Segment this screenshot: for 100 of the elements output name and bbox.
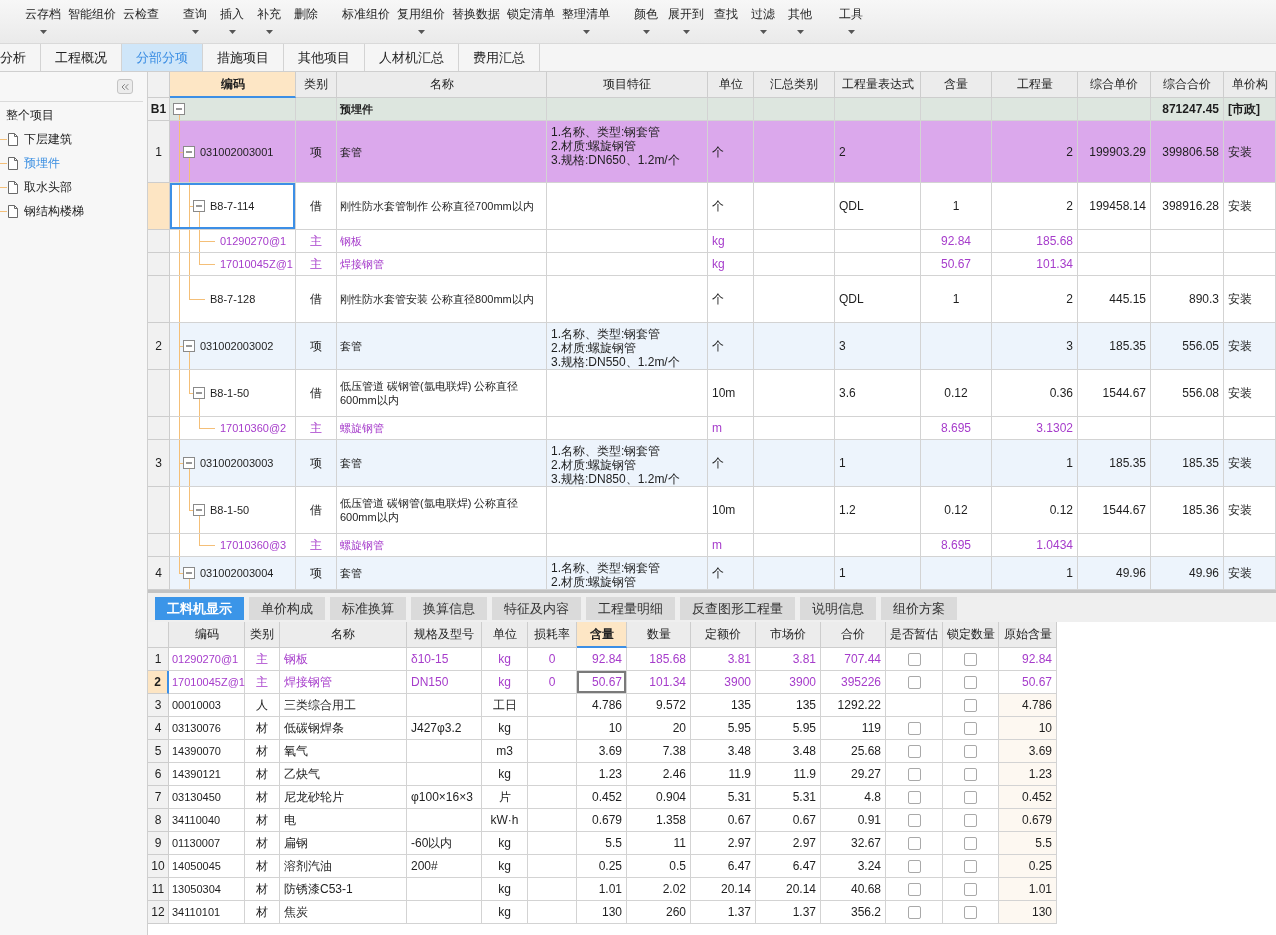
- tab[interactable]: 换算信息: [411, 597, 487, 620]
- column-header[interactable]: 综合合价: [1151, 72, 1224, 98]
- column-header[interactable]: 工程量表达式: [835, 72, 921, 98]
- toolbar-button[interactable]: 过滤: [746, 0, 780, 43]
- checkbox[interactable]: [964, 790, 977, 804]
- checkbox[interactable]: [964, 882, 977, 896]
- column-header[interactable]: 单位: [482, 622, 528, 648]
- checkbox[interactable]: [907, 882, 921, 896]
- collapse-button[interactable]: [117, 79, 133, 94]
- toolbar-button[interactable]: 展开到: [666, 0, 706, 43]
- toolbar-button[interactable]: 云检查: [121, 0, 161, 43]
- tab[interactable]: 特征及内容: [492, 597, 581, 620]
- row-header-cell[interactable]: 3: [148, 440, 170, 487]
- row-header-cell[interactable]: 2: [148, 323, 170, 370]
- checkbox[interactable]: [964, 652, 977, 666]
- toolbar-button[interactable]: 整理清单: [560, 0, 612, 43]
- table-row[interactable]: 2 031002003002 项 套管 1.名称、类型:钢套管 2.材质:螺旋钢管 3.规格:DN550、1.2m/个 个 3 3 185.35 556.05 安装: [148, 323, 1276, 370]
- checkbox[interactable]: [907, 813, 921, 827]
- row-header-cell[interactable]: [148, 370, 170, 417]
- column-header[interactable]: 市场价: [756, 622, 821, 648]
- row-header-cell[interactable]: 4: [148, 717, 169, 740]
- checkbox[interactable]: [907, 859, 921, 873]
- minus-box-icon[interactable]: [193, 387, 205, 399]
- row-header-cell[interactable]: 7: [148, 786, 169, 809]
- column-header[interactable]: 是否暂估: [886, 622, 943, 648]
- minus-box-icon[interactable]: [193, 200, 205, 212]
- toolbar-button[interactable]: 删除: [289, 0, 323, 43]
- table-row[interactable]: B8-7-128 借 刚性防水套管安装 公称直径800mm以内 个 QDL 1 2 445.15 890.3 安装: [148, 276, 1276, 323]
- table-row[interactable]: 17010045Z@1 主 焊接钢管 kg 50.67 101.34: [148, 253, 1276, 276]
- minus-box-icon[interactable]: [183, 340, 195, 352]
- row-header-cell[interactable]: [148, 183, 170, 230]
- column-header[interactable]: 数量: [627, 622, 691, 648]
- tab[interactable]: 标准换算: [330, 597, 406, 620]
- column-header[interactable]: 综合单价: [1078, 72, 1151, 98]
- tab[interactable]: 单价构成: [249, 597, 325, 620]
- toolbar-button[interactable]: 替换数据: [450, 0, 502, 43]
- table-row[interactable]: B8-1-50 借 低压管道 碳钢管(氩电联焊) 公称直径600mm以内 10m 1.2 0.12 0.12 1544.67 185.36 安装: [148, 487, 1276, 534]
- tab[interactable]: 分析: [0, 44, 41, 71]
- row-header-cell[interactable]: 8: [148, 809, 169, 832]
- checkbox[interactable]: [907, 836, 921, 850]
- row-header-cell[interactable]: [148, 534, 170, 557]
- toolbar-button[interactable]: 其他: [783, 0, 817, 43]
- checkbox[interactable]: [907, 675, 921, 689]
- column-header[interactable]: 类别: [245, 622, 280, 648]
- toolbar-button[interactable]: 复用组价: [395, 0, 447, 43]
- toolbar-button[interactable]: 查询: [178, 0, 212, 43]
- column-header[interactable]: 单位: [708, 72, 754, 98]
- minus-box-icon[interactable]: [193, 504, 205, 516]
- toolbar-button[interactable]: 工具: [834, 0, 868, 43]
- checkbox[interactable]: [964, 721, 977, 735]
- table-row[interactable]: 3 031002003003 项 套管 1.名称、类型:钢套管 2.材质:螺旋钢管 3.规格:DN850、1.2m/个 个 1 1 185.35 185.35 安装: [148, 440, 1276, 487]
- tree-item[interactable]: 钢结构楼梯: [0, 199, 88, 223]
- column-header[interactable]: 编码: [170, 72, 296, 98]
- checkbox[interactable]: [907, 721, 921, 735]
- minus-box-icon[interactable]: [183, 567, 195, 579]
- row-header-cell[interactable]: 6: [148, 763, 169, 786]
- row-header-cell[interactable]: 5: [148, 740, 169, 763]
- table-row[interactable]: B8-1-50 借 低压管道 碳钢管(氩电联焊) 公称直径600mm以内 10m 3.6 0.12 0.36 1544.67 556.08 安装: [148, 370, 1276, 417]
- table-row[interactable]: 1 031002003001 项 套管 1.名称、类型:钢套管 2.材质:螺旋钢管 3.规格:DN650、1.2m/个 个 2 2 199903.29 399806.58 安装: [148, 121, 1276, 183]
- row-header-cell[interactable]: [148, 487, 170, 534]
- checkbox[interactable]: [907, 744, 921, 758]
- checkbox[interactable]: [964, 859, 977, 873]
- checkbox[interactable]: [964, 744, 977, 758]
- row-header-cell[interactable]: 10: [148, 855, 169, 878]
- column-header[interactable]: 合价: [821, 622, 886, 648]
- checkbox[interactable]: [907, 790, 921, 804]
- column-header[interactable]: 原始含量: [999, 622, 1057, 648]
- checkbox[interactable]: [964, 813, 977, 827]
- row-header-cell[interactable]: 4: [148, 557, 170, 590]
- checkbox[interactable]: [964, 767, 977, 781]
- row-header-cell[interactable]: 3: [148, 694, 169, 717]
- minus-box-icon[interactable]: [173, 103, 185, 115]
- checkbox[interactable]: [964, 905, 977, 919]
- row-header-cell[interactable]: 12: [148, 901, 169, 924]
- column-header[interactable]: 类别: [296, 72, 337, 98]
- checkbox[interactable]: [964, 698, 977, 712]
- minus-box-icon[interactable]: [183, 145, 195, 158]
- column-header[interactable]: 名称: [337, 72, 547, 98]
- tab[interactable]: 组价方案: [881, 597, 957, 620]
- column-header[interactable]: 规格及型号: [407, 622, 482, 648]
- toolbar-button[interactable]: 查找: [709, 0, 743, 43]
- tab[interactable]: 其他项目: [284, 44, 365, 71]
- checkbox[interactable]: [964, 675, 977, 689]
- toolbar-button[interactable]: 智能组价: [66, 0, 118, 43]
- table-row[interactable]: 4 031002003004 项 套管 1.名称、类型:钢套管 2.材质:螺旋钢管 个 1 1 49.96 49.96 安装: [148, 557, 1276, 590]
- toolbar-button[interactable]: 云存档: [23, 0, 63, 43]
- column-header[interactable]: 含量: [921, 72, 992, 98]
- column-header[interactable]: 汇总类别: [754, 72, 835, 98]
- row-header-cell[interactable]: 9: [148, 832, 169, 855]
- tab[interactable]: 说明信息: [800, 597, 876, 620]
- row-header-cell[interactable]: 2: [148, 671, 169, 694]
- column-header[interactable]: 工程量: [992, 72, 1078, 98]
- column-header[interactable]: 锁定数量: [943, 622, 999, 648]
- row-header-cell[interactable]: B1: [148, 98, 170, 121]
- column-header[interactable]: 编码: [169, 622, 245, 648]
- toolbar-button[interactable]: 颜色: [629, 0, 663, 43]
- tab[interactable]: 人材机汇总: [365, 44, 459, 71]
- column-header[interactable]: 损耗率: [528, 622, 577, 648]
- column-header[interactable]: 定额价: [691, 622, 756, 648]
- tree-item[interactable]: 取水头部: [0, 175, 76, 199]
